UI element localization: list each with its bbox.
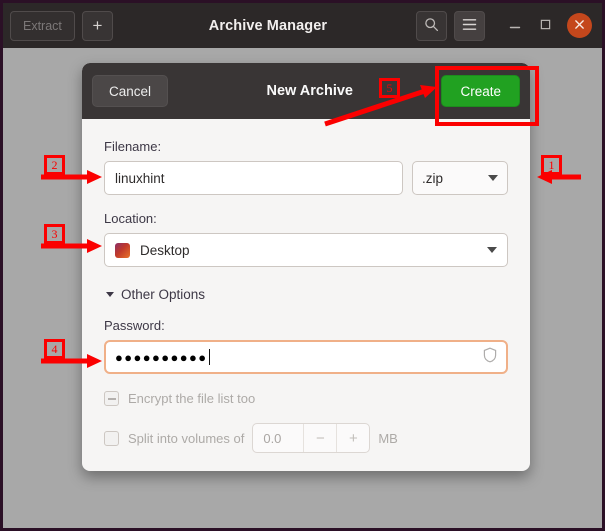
split-size-stepper[interactable]: 0.0 − +: [252, 423, 371, 453]
desktop-folder-icon: [115, 242, 130, 258]
encrypt-file-list-checkbox[interactable]: [104, 391, 119, 406]
window-title: Archive Manager: [208, 17, 328, 34]
encrypt-file-list-label: Encrypt the file list too: [128, 391, 256, 406]
plus-icon: +: [92, 15, 103, 35]
indeterminate-dash-icon: [107, 397, 116, 400]
other-options-label: Other Options: [121, 287, 206, 302]
app-headerbar: Extract + Archive Manager: [3, 3, 602, 48]
extract-button[interactable]: Extract: [10, 10, 75, 41]
create-button[interactable]: Create: [441, 75, 520, 107]
dialog-body: Filename: .zip Location: Desktop Other O…: [82, 119, 530, 453]
cancel-button-label: Cancel: [109, 83, 152, 99]
hamburger-menu-icon: [462, 18, 477, 34]
shield-icon[interactable]: [483, 347, 497, 368]
encrypt-file-list-row[interactable]: Encrypt the file list too: [104, 391, 508, 406]
annotation-marker-4: 4: [44, 339, 65, 359]
add-files-button[interactable]: +: [81, 10, 113, 41]
location-selected-label: Desktop: [140, 242, 190, 258]
annotation-marker-1: 1: [541, 155, 562, 175]
filename-input[interactable]: [104, 161, 403, 195]
extension-selected-label: .zip: [422, 170, 444, 186]
other-options-expander[interactable]: Other Options: [106, 287, 508, 302]
password-input[interactable]: ●●●●●●●●●●: [104, 340, 508, 374]
maximize-button[interactable]: [531, 11, 560, 41]
close-icon: [574, 17, 585, 35]
caret-down-icon: [106, 292, 114, 297]
cancel-button[interactable]: Cancel: [92, 75, 169, 107]
annotation-marker-3: 3: [44, 224, 65, 244]
chevron-down-icon: [488, 175, 498, 181]
split-volumes-label: Split into volumes of: [128, 430, 245, 446]
extract-button-label: Extract: [23, 18, 62, 33]
filename-row: .zip: [104, 161, 508, 195]
split-size-value[interactable]: 0.0: [253, 424, 303, 452]
minimize-icon: [509, 17, 521, 35]
annotation-marker-2: 2: [44, 155, 65, 175]
new-archive-dialog: Cancel New Archive Create Filename: .zip…: [82, 63, 530, 471]
split-volumes-row[interactable]: Split into volumes of 0.0 − + MB: [104, 423, 508, 453]
split-size-unit-label: MB: [378, 430, 398, 446]
split-size-increment-button[interactable]: +: [336, 424, 369, 452]
location-dropdown[interactable]: Desktop: [104, 233, 508, 267]
password-masked-value: ●●●●●●●●●●: [115, 349, 208, 365]
main-menu-button[interactable]: [454, 10, 485, 41]
minimize-button[interactable]: [500, 11, 529, 41]
close-window-button[interactable]: [567, 13, 592, 38]
maximize-icon: [540, 17, 551, 35]
password-label: Password:: [104, 318, 165, 333]
search-icon: [424, 17, 439, 35]
dialog-title: New Archive: [266, 83, 354, 99]
extension-dropdown[interactable]: .zip: [412, 161, 508, 195]
create-button-label: Create: [460, 83, 501, 99]
split-volumes-checkbox[interactable]: [104, 430, 119, 446]
split-size-decrement-button[interactable]: −: [303, 424, 336, 452]
filename-label: Filename:: [104, 139, 162, 154]
search-button[interactable]: [416, 10, 447, 41]
location-label: Location:: [104, 211, 157, 226]
dialog-headerbar: Cancel New Archive Create: [82, 63, 530, 119]
text-cursor: [208, 349, 210, 365]
chevron-down-icon: [487, 247, 497, 253]
